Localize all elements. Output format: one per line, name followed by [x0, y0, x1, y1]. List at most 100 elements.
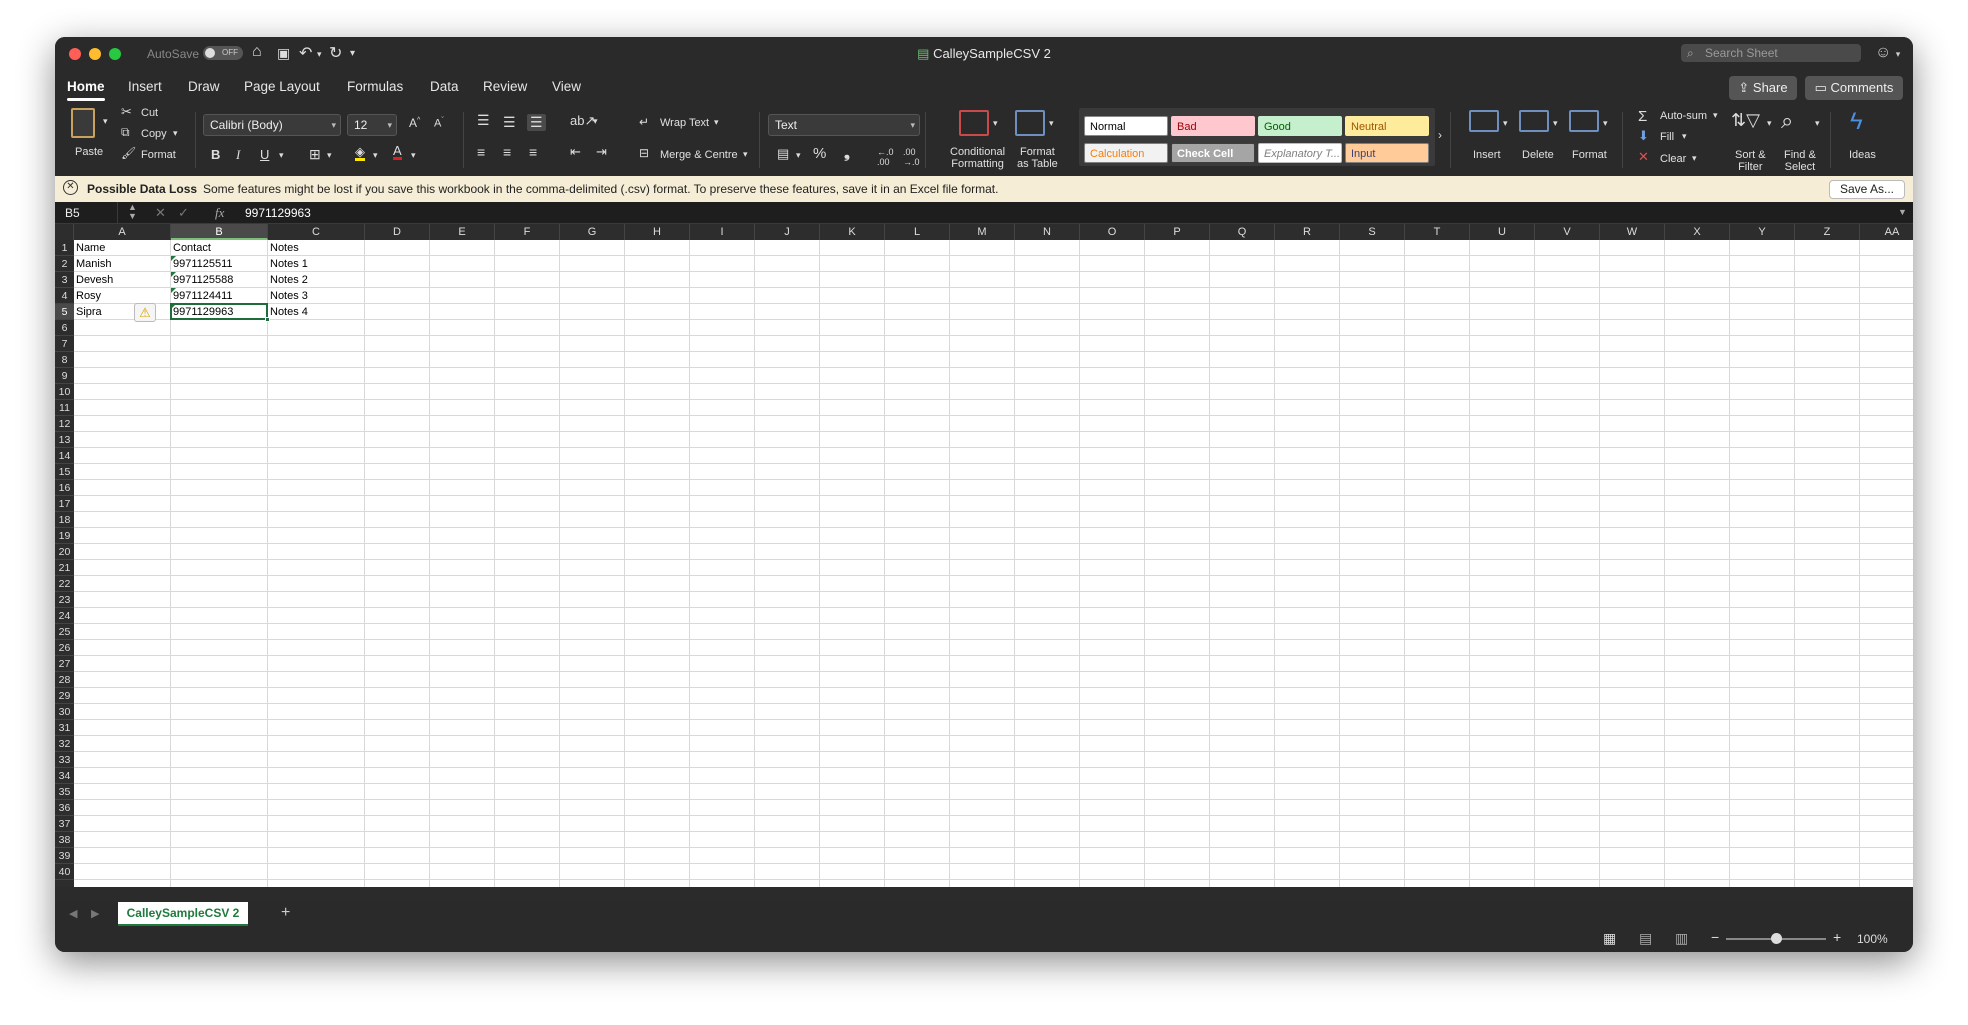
autosum-icon[interactable]: Σ	[1638, 108, 1647, 125]
row-header-30[interactable]: 30	[55, 704, 74, 720]
style-input[interactable]: Input	[1345, 143, 1429, 163]
select-all-corner[interactable]	[55, 224, 74, 240]
copy-dropdown-icon[interactable]: ▾	[173, 128, 178, 139]
expand-formula-bar-icon[interactable]: ▼	[1898, 207, 1907, 217]
cut-icon[interactable]: ✂	[121, 104, 132, 120]
font-color-dropdown-icon[interactable]: ▾	[411, 150, 416, 161]
find-select-dropdown-icon[interactable]: ▾	[1815, 118, 1820, 129]
column-header-y[interactable]: Y	[1730, 224, 1795, 240]
cell-a4[interactable]: Rosy	[74, 288, 171, 304]
sort-filter-dropdown-icon[interactable]: ▾	[1767, 118, 1772, 129]
autosum-dropdown-icon[interactable]: ▾	[1713, 110, 1718, 121]
row-header-5[interactable]: 5	[55, 304, 74, 320]
merge-dropdown-icon[interactable]: ▾	[743, 149, 748, 160]
sort-filter-label[interactable]: Sort & Filter	[1735, 149, 1766, 173]
autosum-label[interactable]: Auto-sum	[1660, 110, 1707, 122]
format-cells-label[interactable]: Format	[1572, 149, 1607, 161]
align-left-icon[interactable]: ≡	[477, 144, 485, 160]
fill-handle[interactable]	[265, 317, 270, 322]
column-header-b[interactable]: B	[171, 224, 268, 240]
tab-review[interactable]: Review	[483, 79, 527, 94]
accounting-format-icon[interactable]: ▤	[777, 146, 789, 162]
share-button[interactable]: ⇪ Share	[1729, 76, 1797, 100]
align-top-icon[interactable]: ☰	[477, 112, 490, 129]
cell-c2[interactable]: Notes 1	[268, 256, 365, 272]
column-header-v[interactable]: V	[1535, 224, 1600, 240]
conditional-formatting-icon[interactable]	[959, 110, 989, 136]
delete-cells-icon[interactable]	[1519, 110, 1549, 132]
column-header-h[interactable]: H	[625, 224, 690, 240]
row-header-22[interactable]: 22	[55, 576, 74, 592]
page-break-view-icon[interactable]: ▥	[1675, 930, 1688, 947]
borders-dropdown-icon[interactable]: ▾	[327, 150, 332, 161]
row-header-34[interactable]: 34	[55, 768, 74, 784]
row-header-29[interactable]: 29	[55, 688, 74, 704]
column-header-x[interactable]: X	[1665, 224, 1730, 240]
clear-icon[interactable]: ✕	[1638, 149, 1649, 165]
cancel-entry-icon[interactable]: ✕	[155, 205, 166, 221]
row-header-11[interactable]: 11	[55, 400, 74, 416]
cell-c5[interactable]: Notes 4	[268, 304, 365, 320]
tab-view[interactable]: View	[552, 79, 581, 94]
accounting-dropdown-icon[interactable]: ▾	[796, 150, 801, 161]
cell-b4[interactable]: 9971124411	[171, 288, 268, 304]
increase-font-size-icon[interactable]: A^	[409, 116, 420, 130]
ideas-label[interactable]: Ideas	[1849, 149, 1876, 161]
conditional-formatting-label[interactable]: Conditional Formatting	[950, 146, 1005, 170]
style-explanatory[interactable]: Explanatory T...	[1258, 143, 1342, 163]
delete-cells-label[interactable]: Delete	[1522, 149, 1554, 161]
delete-dropdown-icon[interactable]: ▾	[1553, 118, 1558, 129]
format-as-table-icon[interactable]	[1015, 110, 1045, 136]
fill-color-dropdown-icon[interactable]: ▾	[373, 150, 378, 161]
clear-label[interactable]: Clear	[1660, 153, 1686, 165]
fill-label[interactable]: Fill	[1660, 131, 1674, 143]
find-select-icon[interactable]: ⌕	[1781, 108, 1793, 134]
confirm-entry-icon[interactable]: ✓	[178, 205, 189, 221]
row-header-25[interactable]: 25	[55, 624, 74, 640]
column-header-j[interactable]: J	[755, 224, 820, 240]
row-header-18[interactable]: 18	[55, 512, 74, 528]
decrease-indent-icon[interactable]: ⇤	[570, 144, 581, 160]
tab-data[interactable]: Data	[430, 79, 459, 94]
orientation-dropdown-icon[interactable]: ▾	[593, 116, 598, 127]
column-header-aa[interactable]: AA	[1860, 224, 1913, 240]
row-header-6[interactable]: 6	[55, 320, 74, 336]
formula-input[interactable]: 9971129963	[245, 206, 311, 220]
column-header-f[interactable]: F	[495, 224, 560, 240]
zoom-slider-knob[interactable]	[1771, 933, 1782, 944]
comments-button[interactable]: ▭ Comments	[1805, 76, 1903, 100]
number-format-dropdown[interactable]: Text ▾	[768, 114, 920, 136]
save-as-button[interactable]: Save As...	[1829, 180, 1905, 199]
cell-b2[interactable]: 9971125511	[171, 256, 268, 272]
row-header-13[interactable]: 13	[55, 432, 74, 448]
tab-draw[interactable]: Draw	[188, 79, 220, 94]
column-header-r[interactable]: R	[1275, 224, 1340, 240]
column-header-z[interactable]: Z	[1795, 224, 1860, 240]
insert-cells-icon[interactable]	[1469, 110, 1499, 132]
row-header-4[interactable]: 4	[55, 288, 74, 304]
row-header-8[interactable]: 8	[55, 352, 74, 368]
sort-filter-icon[interactable]: ⇅▽	[1731, 110, 1760, 131]
column-header-s[interactable]: S	[1340, 224, 1405, 240]
column-header-o[interactable]: O	[1080, 224, 1145, 240]
name-box[interactable]: B5	[65, 206, 115, 220]
ideas-icon[interactable]: ϟ	[1850, 108, 1863, 136]
format-painter-icon[interactable]: 🖌	[121, 146, 136, 160]
underline-dropdown-icon[interactable]: ▾	[279, 150, 284, 161]
column-header-i[interactable]: I	[690, 224, 755, 240]
decrease-decimal-icon[interactable]: .00 →.0	[903, 147, 920, 167]
tab-home[interactable]: Home	[67, 79, 105, 101]
format-dropdown-icon[interactable]: ▾	[1603, 118, 1608, 129]
sheet-tab-active[interactable]: CalleySampleCSV 2	[118, 902, 248, 926]
find-select-label[interactable]: Find & Select	[1784, 149, 1816, 173]
zoom-level[interactable]: 100%	[1857, 932, 1888, 946]
active-cell-border[interactable]	[170, 303, 268, 320]
format-as-table-label[interactable]: Format as Table	[1017, 146, 1058, 170]
row-header-1[interactable]: 1	[55, 240, 74, 256]
borders-icon[interactable]: ⊞	[309, 146, 321, 163]
row-header-39[interactable]: 39	[55, 848, 74, 864]
add-sheet-icon[interactable]: +	[281, 904, 290, 922]
style-check-cell[interactable]: Check Cell	[1171, 143, 1255, 163]
paste-icon[interactable]	[71, 108, 95, 138]
row-header-33[interactable]: 33	[55, 752, 74, 768]
